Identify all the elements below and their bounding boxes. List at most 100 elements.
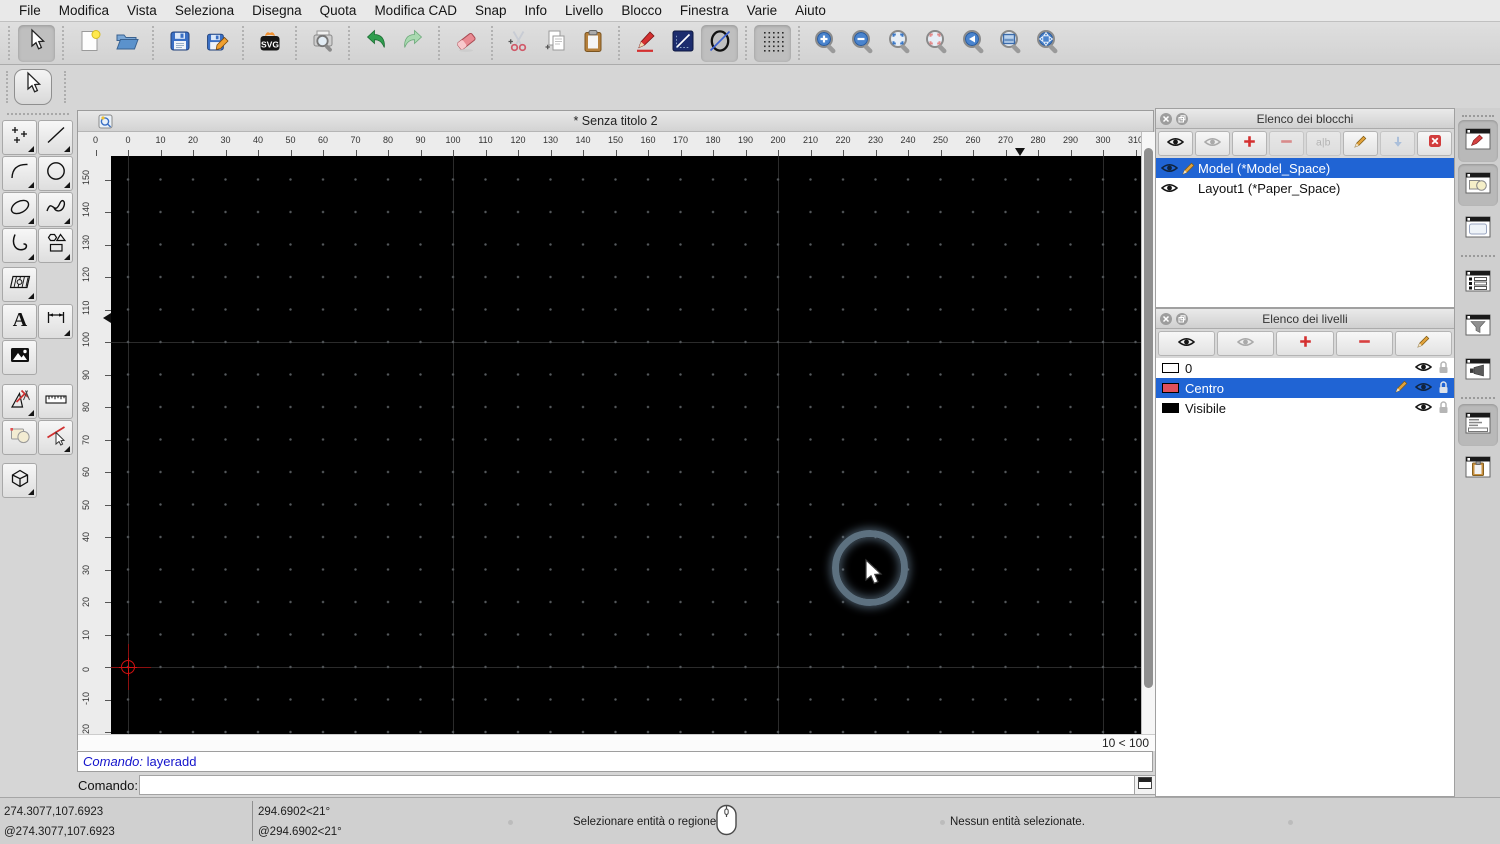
toolbar-drag-handle[interactable] [8,26,10,60]
undo-button[interactable] [357,25,394,62]
menu-blocco[interactable]: Blocco [612,0,671,22]
edit-block-button[interactable] [1343,131,1378,156]
vertical-scrollbar-thumb[interactable] [1144,148,1153,688]
zoom-out-button[interactable] [844,25,881,62]
tool-ellipse-button[interactable] [2,192,37,227]
tool-points-button[interactable] [2,120,37,155]
lock-icon[interactable] [1438,360,1449,377]
toolbar-drag-handle[interactable] [6,70,8,103]
close-panel-button[interactable] [1160,113,1172,125]
zoom-back-button[interactable] [955,25,992,62]
eye-icon[interactable] [1160,182,1179,194]
menu-vista[interactable]: Vista [118,0,166,22]
tool-polygon-button[interactable] [38,228,73,263]
tool-line-button[interactable] [38,120,73,155]
close-panel-button[interactable] [1160,313,1172,325]
menu-modifica-cad[interactable]: Modifica CAD [365,0,466,22]
current-tool-select-arrow-button[interactable] [14,68,52,105]
eye-icon[interactable] [1414,361,1433,376]
vertical-scrollbar[interactable] [1141,132,1155,734]
menu-file[interactable]: File [10,0,50,22]
save-button[interactable] [161,25,198,62]
tool-text-button[interactable]: A [2,304,37,339]
menu-snap[interactable]: Snap [466,0,516,22]
menu-aiuto[interactable]: Aiuto [786,0,835,22]
circle-tool-button[interactable] [701,24,738,62]
insert-block-button[interactable] [1380,131,1415,156]
drawing-window-titlebar[interactable]: * Senza titolo 2 [78,111,1153,132]
drawing-canvas[interactable] [111,156,1141,734]
list-widget-toggle[interactable] [1458,262,1498,304]
edit-layer-button[interactable] [1394,331,1453,356]
tool-attributes-button[interactable] [38,420,73,455]
remove-layer-button[interactable] [1335,331,1393,356]
tool-dimension-button[interactable] [38,304,73,339]
rename-block-button[interactable]: a|b [1306,131,1341,156]
add-layer-button[interactable] [1276,331,1334,356]
tool-circle-button[interactable] [38,156,73,191]
tool-select-region-button[interactable] [2,420,37,455]
zoom-window-button[interactable] [992,25,1029,62]
hide-all-layers-button[interactable] [1217,331,1275,356]
toolbar-drag-handle[interactable] [64,70,66,103]
zoom-auto-button[interactable] [881,25,918,62]
menu-livello[interactable]: Livello [556,0,612,22]
show-all-layers-button[interactable] [1158,331,1216,356]
zoom-previous-button[interactable] [918,25,955,62]
layer-row[interactable]: Centro [1156,378,1454,398]
delete-all-blocks-button[interactable] [1417,131,1452,156]
menu-varie[interactable]: Varie [738,0,787,22]
filter-widget-toggle[interactable] [1458,306,1498,348]
new-document-button[interactable] [71,25,108,62]
eye-icon[interactable] [1414,401,1433,416]
library-widget-toggle[interactable] [1458,350,1498,392]
tool-hatch-button[interactable] [2,267,37,302]
float-panel-button[interactable] [1176,113,1188,125]
block-row[interactable]: Model (*Model_Space) [1156,158,1454,178]
paste-button[interactable] [574,25,611,62]
layer-row[interactable]: 0 [1156,358,1454,378]
open-folder-button[interactable] [108,25,145,62]
zoom-in-button[interactable] [807,25,844,62]
add-block-button[interactable] [1232,131,1267,156]
lock-icon[interactable] [1438,380,1449,397]
menu-disegna[interactable]: Disegna [243,0,311,22]
remove-block-button[interactable] [1269,131,1304,156]
show-all-blocks-button[interactable] [1158,131,1193,156]
clipboard-widget-toggle[interactable] [1458,448,1498,490]
command-widget-toggle[interactable] [1457,404,1498,446]
tool-spline-button[interactable] [38,192,73,227]
line-tool-button[interactable] [664,25,701,62]
menu-quota[interactable]: Quota [311,0,366,22]
lock-icon[interactable] [1438,400,1449,417]
pencil-icon[interactable] [1394,379,1409,397]
print-preview-button[interactable] [304,25,341,62]
command-input[interactable] [139,775,1202,795]
float-panel-button[interactable] [1176,313,1188,325]
frame-widget-toggle[interactable] [1458,208,1498,250]
pen-button[interactable] [627,25,664,62]
pen-widget-toggle[interactable] [1457,120,1498,162]
tool-polyline-button[interactable] [2,228,37,263]
block-row[interactable]: Layout1 (*Paper_Space) [1156,178,1454,198]
tool-image-button[interactable] [2,340,37,375]
eye-icon[interactable] [1414,381,1433,396]
tool-measure-button[interactable] [38,384,73,419]
menu-seleziona[interactable]: Seleziona [166,0,243,22]
palette-drag-handle[interactable] [6,113,69,115]
select-arrow-button[interactable] [18,24,55,62]
redo-button[interactable] [394,25,431,62]
menu-info[interactable]: Info [516,0,557,22]
hide-all-blocks-button[interactable] [1195,131,1230,156]
tool-solid-3d-button[interactable] [2,463,37,498]
tool-arc-button[interactable] [2,156,37,191]
eye-icon[interactable] [1160,162,1179,174]
tool-modify-button[interactable] [2,384,37,419]
dock-drag-handle[interactable] [1461,115,1494,117]
command-fullscreen-toggle-button[interactable] [1134,775,1156,795]
cut-button[interactable] [500,25,537,62]
layer-row[interactable]: Visibile [1156,398,1454,418]
zoom-pan-button[interactable] [1029,25,1066,62]
menu-modifica[interactable]: Modifica [50,0,118,22]
menu-finestra[interactable]: Finestra [671,0,738,22]
